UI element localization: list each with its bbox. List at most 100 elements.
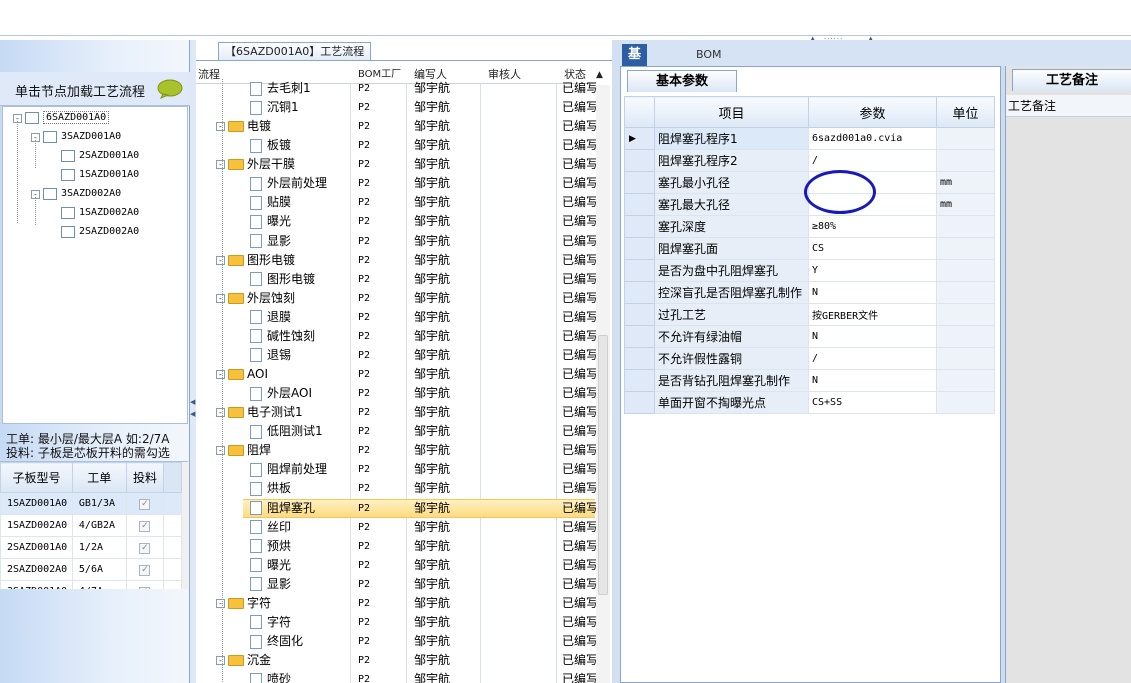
param-row[interactable]: ▶ 阻焊塞孔程序1 6sazd001a0.cvia xyxy=(624,127,995,150)
subboard-row[interactable]: 3SAZD001A04/7A ✓ xyxy=(0,580,182,589)
process-row[interactable]: - AOI P2 邹宇航 已编写 xyxy=(196,365,596,384)
param-value[interactable]: CS+SS xyxy=(808,391,937,414)
subboard-row[interactable]: 2SAZD001A0 1/2A ✓ xyxy=(0,536,182,559)
process-row[interactable]: 丝印 P2 邹宇航 已编写 xyxy=(196,518,596,537)
process-row[interactable]: - 图形电镀 P2 邹宇航 已编写 xyxy=(196,251,596,270)
param-row[interactable]: 过孔工艺 按GERBER文件 xyxy=(624,303,995,326)
bom-factory: P2 xyxy=(358,578,371,590)
process-row[interactable]: 终固化 P2 邹宇航 已编写 xyxy=(196,632,596,651)
process-row[interactable]: - 阻焊 P2 邹宇航 已编写 xyxy=(196,441,596,460)
process-flow-tab[interactable]: 【6SAZD001A0】工艺流程 xyxy=(218,42,372,60)
feed-checkbox[interactable]: ✓ xyxy=(139,498,151,510)
param-row[interactable]: 阻焊塞孔程序2/ xyxy=(624,149,995,172)
tab-basic-info[interactable]: 基本信息 xyxy=(622,44,648,128)
process-row[interactable]: 沉铜1 P2 邹宇航 已编写 xyxy=(196,98,596,117)
param-value[interactable]: ≥80% xyxy=(808,215,937,238)
collapse-icon[interactable]: - xyxy=(216,598,225,608)
process-row[interactable]: - 电镀 P2 邹宇航 已编写 xyxy=(196,117,596,136)
col-header-unit[interactable]: 单位 xyxy=(936,96,995,128)
process-row[interactable]: 退锡 P2 邹宇航 已编写 xyxy=(196,346,596,365)
col-header-item[interactable]: 项目 xyxy=(654,96,809,128)
process-row[interactable]: 曝光 P2 邹宇航 已编写 xyxy=(196,556,596,575)
collapse-icon[interactable]: - xyxy=(216,446,225,456)
collapse-icon[interactable]: - xyxy=(216,408,225,418)
process-row[interactable]: 阻焊塞孔 P2 邹宇航 已编写 xyxy=(196,498,596,518)
collapse-icon[interactable]: - xyxy=(216,293,225,303)
process-row[interactable]: 曝光 P2 邹宇航 已编写 xyxy=(196,212,596,231)
param-item: 阻焊塞孔程序1 xyxy=(654,127,809,150)
subgrid-scrollbar[interactable] xyxy=(182,462,188,589)
process-row[interactable]: - 外层干膜 P2 邹宇航 已编写 xyxy=(196,155,596,174)
collapse-icon[interactable]: - xyxy=(216,370,225,380)
collapse-icon[interactable]: - xyxy=(216,656,225,666)
param-value[interactable]: 6sazd001a0.cvia xyxy=(808,127,937,150)
param-value[interactable]: N xyxy=(808,325,937,348)
process-row[interactable]: 烘板 P2 邹宇航 已编写 xyxy=(196,479,596,498)
process-row[interactable]: 阻焊前处理 P2 邹宇航 已编写 xyxy=(196,460,596,479)
collapse-icon[interactable]: - xyxy=(216,160,225,170)
param-row[interactable]: 是否为盘中孔阻焊塞孔 Y xyxy=(624,259,995,282)
tree-node[interactable]: -6SAZD001A0 xyxy=(13,109,110,127)
param-row[interactable]: 不允许有绿油帽 N xyxy=(624,325,995,348)
process-row[interactable]: 板镀 P2 邹宇航 已编写 xyxy=(196,136,596,155)
param-value[interactable]: N xyxy=(808,281,937,304)
author-name: 邹宇航 xyxy=(414,672,451,683)
process-row[interactable]: 喷砂 P2 邹宇航 已编写 xyxy=(196,670,596,683)
process-row[interactable]: 贴膜 P2 邹宇航 已编写 xyxy=(196,193,596,212)
tab-process-notes[interactable]: 工艺备注 xyxy=(1012,69,1131,91)
tree-node[interactable]: 1SAZD001A0 xyxy=(49,166,139,184)
col-header-feed[interactable]: 投料 xyxy=(125,462,165,493)
param-value[interactable]: / xyxy=(808,149,937,172)
feed-checkbox[interactable]: ✓ xyxy=(139,520,151,532)
param-row[interactable]: 是否背钻孔阻焊塞孔制作 N xyxy=(624,369,995,392)
process-row[interactable]: 低阻测试1 P2 邹宇航 已编写 xyxy=(196,422,596,441)
process-row[interactable]: 去毛刺1 P2 邹宇航 已编写 xyxy=(196,79,596,98)
process-flow-scrollbar[interactable] xyxy=(596,85,610,683)
process-row[interactable]: - 外层蚀刻 P2 邹宇航 已编写 xyxy=(196,289,596,308)
col-header-param[interactable]: 参数 xyxy=(808,96,937,128)
tab-basic-params[interactable]: 基本参数 xyxy=(627,70,737,92)
tree-node[interactable]: 2SAZD002A0 xyxy=(49,223,139,241)
tree-node[interactable]: -3SAZD001A0 xyxy=(31,128,121,146)
tree-node[interactable]: -3SAZD002A0 xyxy=(31,185,121,203)
process-row[interactable]: - 沉金 P2 邹宇航 已编写 xyxy=(196,651,596,670)
param-value[interactable]: CS xyxy=(808,237,937,260)
tree-node[interactable]: 2SAZD001A0 xyxy=(49,147,139,165)
param-row[interactable]: 单面开窗不掏曝光点 CS+SS xyxy=(624,391,995,414)
collapse-icon[interactable]: - xyxy=(216,255,225,265)
process-row[interactable]: 外层AOI P2 邹宇航 已编写 xyxy=(196,384,596,403)
col-header-model[interactable]: 子板型号 xyxy=(0,462,73,493)
param-value[interactable]: / xyxy=(808,347,937,370)
process-row[interactable]: 退膜 P2 邹宇航 已编写 xyxy=(196,308,596,327)
process-row[interactable]: 显影 P2 邹宇航 已编写 xyxy=(196,232,596,251)
subboard-row[interactable]: 2SAZD002A0 5/6A ✓ xyxy=(0,558,182,581)
tree-node[interactable]: 1SAZD002A0 xyxy=(49,204,139,222)
param-value[interactable]: Y xyxy=(808,259,937,282)
subboard-row[interactable]: 1SAZD001A0 GB1/3A ✓ xyxy=(0,492,182,515)
collapse-icon[interactable]: - xyxy=(216,122,225,132)
process-row[interactable]: 外层前处理 P2 邹宇航 已编写 xyxy=(196,174,596,193)
process-row[interactable]: 字符 P2 邹宇航 已编写 xyxy=(196,613,596,632)
param-row[interactable]: 阻焊塞孔面 CS xyxy=(624,237,995,260)
board-tree[interactable]: -6SAZD001A0-3SAZD001A0 2SAZD001A0 1SAZD001… xyxy=(2,106,188,424)
feed-checkbox[interactable]: ✓ xyxy=(139,542,151,554)
param-value[interactable]: N xyxy=(808,369,937,392)
param-row[interactable]: 不允许假性露铜 / xyxy=(624,347,995,370)
param-row[interactable]: 塞孔深度 ≥80% xyxy=(624,215,995,238)
collapse-left-arrow-icon: ◀ xyxy=(190,398,196,406)
scrollbar-thumb[interactable] xyxy=(598,335,608,595)
col-header-order[interactable]: 工单 xyxy=(71,462,127,493)
document-icon xyxy=(250,386,262,401)
process-row[interactable]: 显影 P2 邹宇航 已编写 xyxy=(196,575,596,594)
process-row[interactable]: - 电子测试1 P2 邹宇航 已编写 xyxy=(196,403,596,422)
feed-checkbox[interactable]: ✓ xyxy=(139,586,151,589)
tab-bom[interactable]: BOM xyxy=(690,44,728,66)
param-value[interactable]: 按GERBER文件 xyxy=(808,303,937,326)
process-row[interactable]: - 字符 P2 邹宇航 已编写 xyxy=(196,594,596,613)
process-row[interactable]: 碱性蚀刻 P2 邹宇航 已编写 xyxy=(196,327,596,346)
process-row[interactable]: 图形电镀 P2 邹宇航 已编写 xyxy=(196,270,596,289)
process-row[interactable]: 预烘 P2 邹宇航 已编写 xyxy=(196,537,596,556)
param-row[interactable]: 控深盲孔是否阻焊塞孔制作 N xyxy=(624,281,995,304)
subboard-row[interactable]: 1SAZD002A0 4/GB2A ✓ xyxy=(0,514,182,537)
feed-checkbox[interactable]: ✓ xyxy=(139,564,151,576)
